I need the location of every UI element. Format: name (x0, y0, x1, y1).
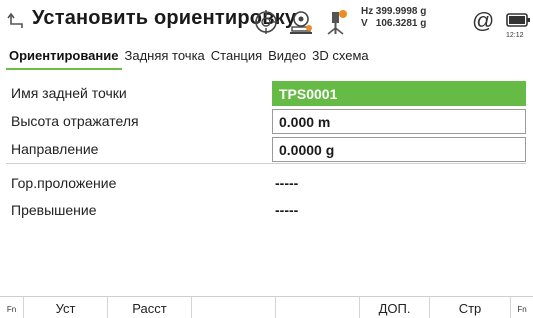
height-difference-label: Превышение (11, 202, 97, 218)
fn-right-button[interactable]: Fn (511, 297, 533, 318)
tab-station[interactable]: Станция (208, 46, 265, 70)
level-bubble-icon[interactable] (252, 8, 280, 36)
direction-row: Направление 0.0000 g (0, 136, 533, 164)
battery-time: 12:12 (506, 32, 524, 39)
direction-label: Направление (11, 141, 99, 157)
back-arrow-icon[interactable] (6, 11, 28, 33)
horizontal-distance-row: Гор.проложение ----- (0, 170, 533, 198)
fn-left-button[interactable]: Fn (0, 297, 24, 318)
softkey-bar: Fn Уст Расст ДОП. Стр Fn (0, 296, 533, 318)
empty-softkey-1[interactable] (192, 297, 276, 318)
hz-label: Hz (361, 6, 374, 17)
tab-backsight[interactable]: Задняя точка (122, 46, 208, 70)
backsight-name-field[interactable]: TPS0001 (272, 81, 526, 106)
direction-field[interactable]: 0.0000 g (272, 137, 526, 162)
v-value: 106.3281 g (375, 18, 427, 29)
at-icon[interactable]: @ (472, 8, 494, 34)
reflector-height-row: Высота отражателя 0.000 m (0, 108, 533, 136)
tab-bar: Ориентирование Задняя точка Станция Виде… (6, 46, 372, 70)
horizontal-distance-value: ----- (275, 175, 299, 191)
reflector-height-label: Высота отражателя (11, 113, 139, 129)
height-difference-value: ----- (275, 202, 299, 218)
backsight-name-row: Имя задней точки TPS0001 (0, 80, 533, 108)
tab-video[interactable]: Видео (265, 46, 309, 70)
horizontal-distance-label: Гор.проложение (11, 175, 117, 191)
tab-orientation[interactable]: Ориентирование (6, 46, 122, 70)
v-label: V (361, 18, 368, 29)
empty-softkey-2[interactable] (276, 297, 360, 318)
hz-value: 399.9998 g (375, 6, 427, 17)
divider (6, 163, 526, 164)
more-button[interactable]: ДОП. (360, 297, 430, 318)
backsight-name-label: Имя задней точки (11, 85, 127, 101)
height-difference-row: Превышение ----- (0, 197, 533, 225)
title-bar: Установить ориентировку Hz 399.9998 g V … (0, 0, 533, 44)
reflector-height-field[interactable]: 0.000 m (272, 109, 526, 134)
set-button[interactable]: Уст (24, 297, 108, 318)
battery-icon[interactable] (506, 10, 532, 34)
prism-warning-icon[interactable] (322, 8, 350, 36)
angle-readout: Hz 399.9998 g V 106.3281 g (361, 6, 426, 30)
instrument-target-icon[interactable] (287, 8, 315, 36)
page-button[interactable]: Стр (430, 297, 511, 318)
dist-button[interactable]: Расст (108, 297, 192, 318)
tab-3d-scheme[interactable]: 3D схема (309, 46, 371, 70)
